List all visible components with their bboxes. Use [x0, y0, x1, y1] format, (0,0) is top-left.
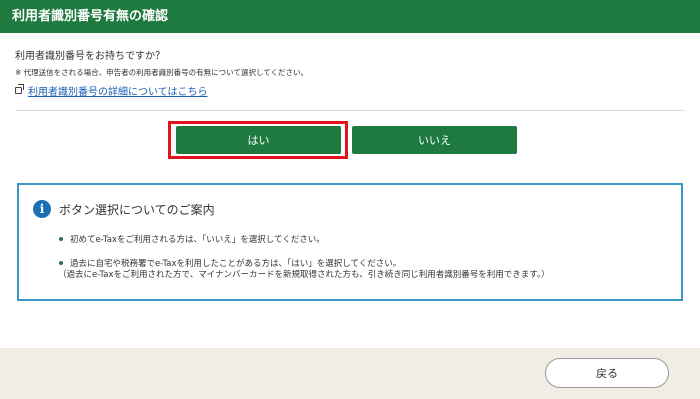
question-text: 利用者識別番号をお持ちですか？: [15, 51, 165, 62]
bullet-icon: [59, 261, 63, 265]
footer: 戻る: [0, 348, 700, 399]
guide-header: i ボタン選択についてのご案内: [33, 200, 215, 218]
external-link-icon: [15, 84, 24, 94]
no-button[interactable]: いいえ: [352, 126, 517, 154]
details-link-row[interactable]: 利用者識別番号の詳細についてはこちら: [15, 83, 208, 98]
proxy-note: ※ 代理送信をされる場合、申告者の利用者識別番号の有無について選択してください。: [15, 68, 308, 77]
back-button[interactable]: 戻る: [545, 358, 669, 388]
info-icon: i: [33, 200, 51, 218]
list-item: 初めてe-Taxをご利用される方は、「いいえ」を選択してください。: [59, 233, 401, 245]
bullet-icon: [59, 237, 63, 241]
page-header: 利用者識別番号有無の確認: [0, 0, 700, 33]
guide-item-text: 初めてe-Taxをご利用される方は、「いいえ」を選択してください。: [70, 235, 325, 245]
details-link[interactable]: 利用者識別番号の詳細についてはこちら: [28, 83, 208, 98]
divider: [15, 110, 685, 111]
guide-sub-note: （過去にe-Taxをご利用された方で、マイナンバーカードを新規取得された方も、引…: [58, 270, 550, 280]
page-title: 利用者識別番号有無の確認: [12, 9, 169, 24]
guide-box: i ボタン選択についてのご案内 初めてe-Taxをご利用される方は、「いいえ」を…: [17, 183, 683, 301]
yes-button[interactable]: はい: [176, 126, 341, 154]
guide-title: ボタン選択についてのご案内: [59, 202, 215, 217]
